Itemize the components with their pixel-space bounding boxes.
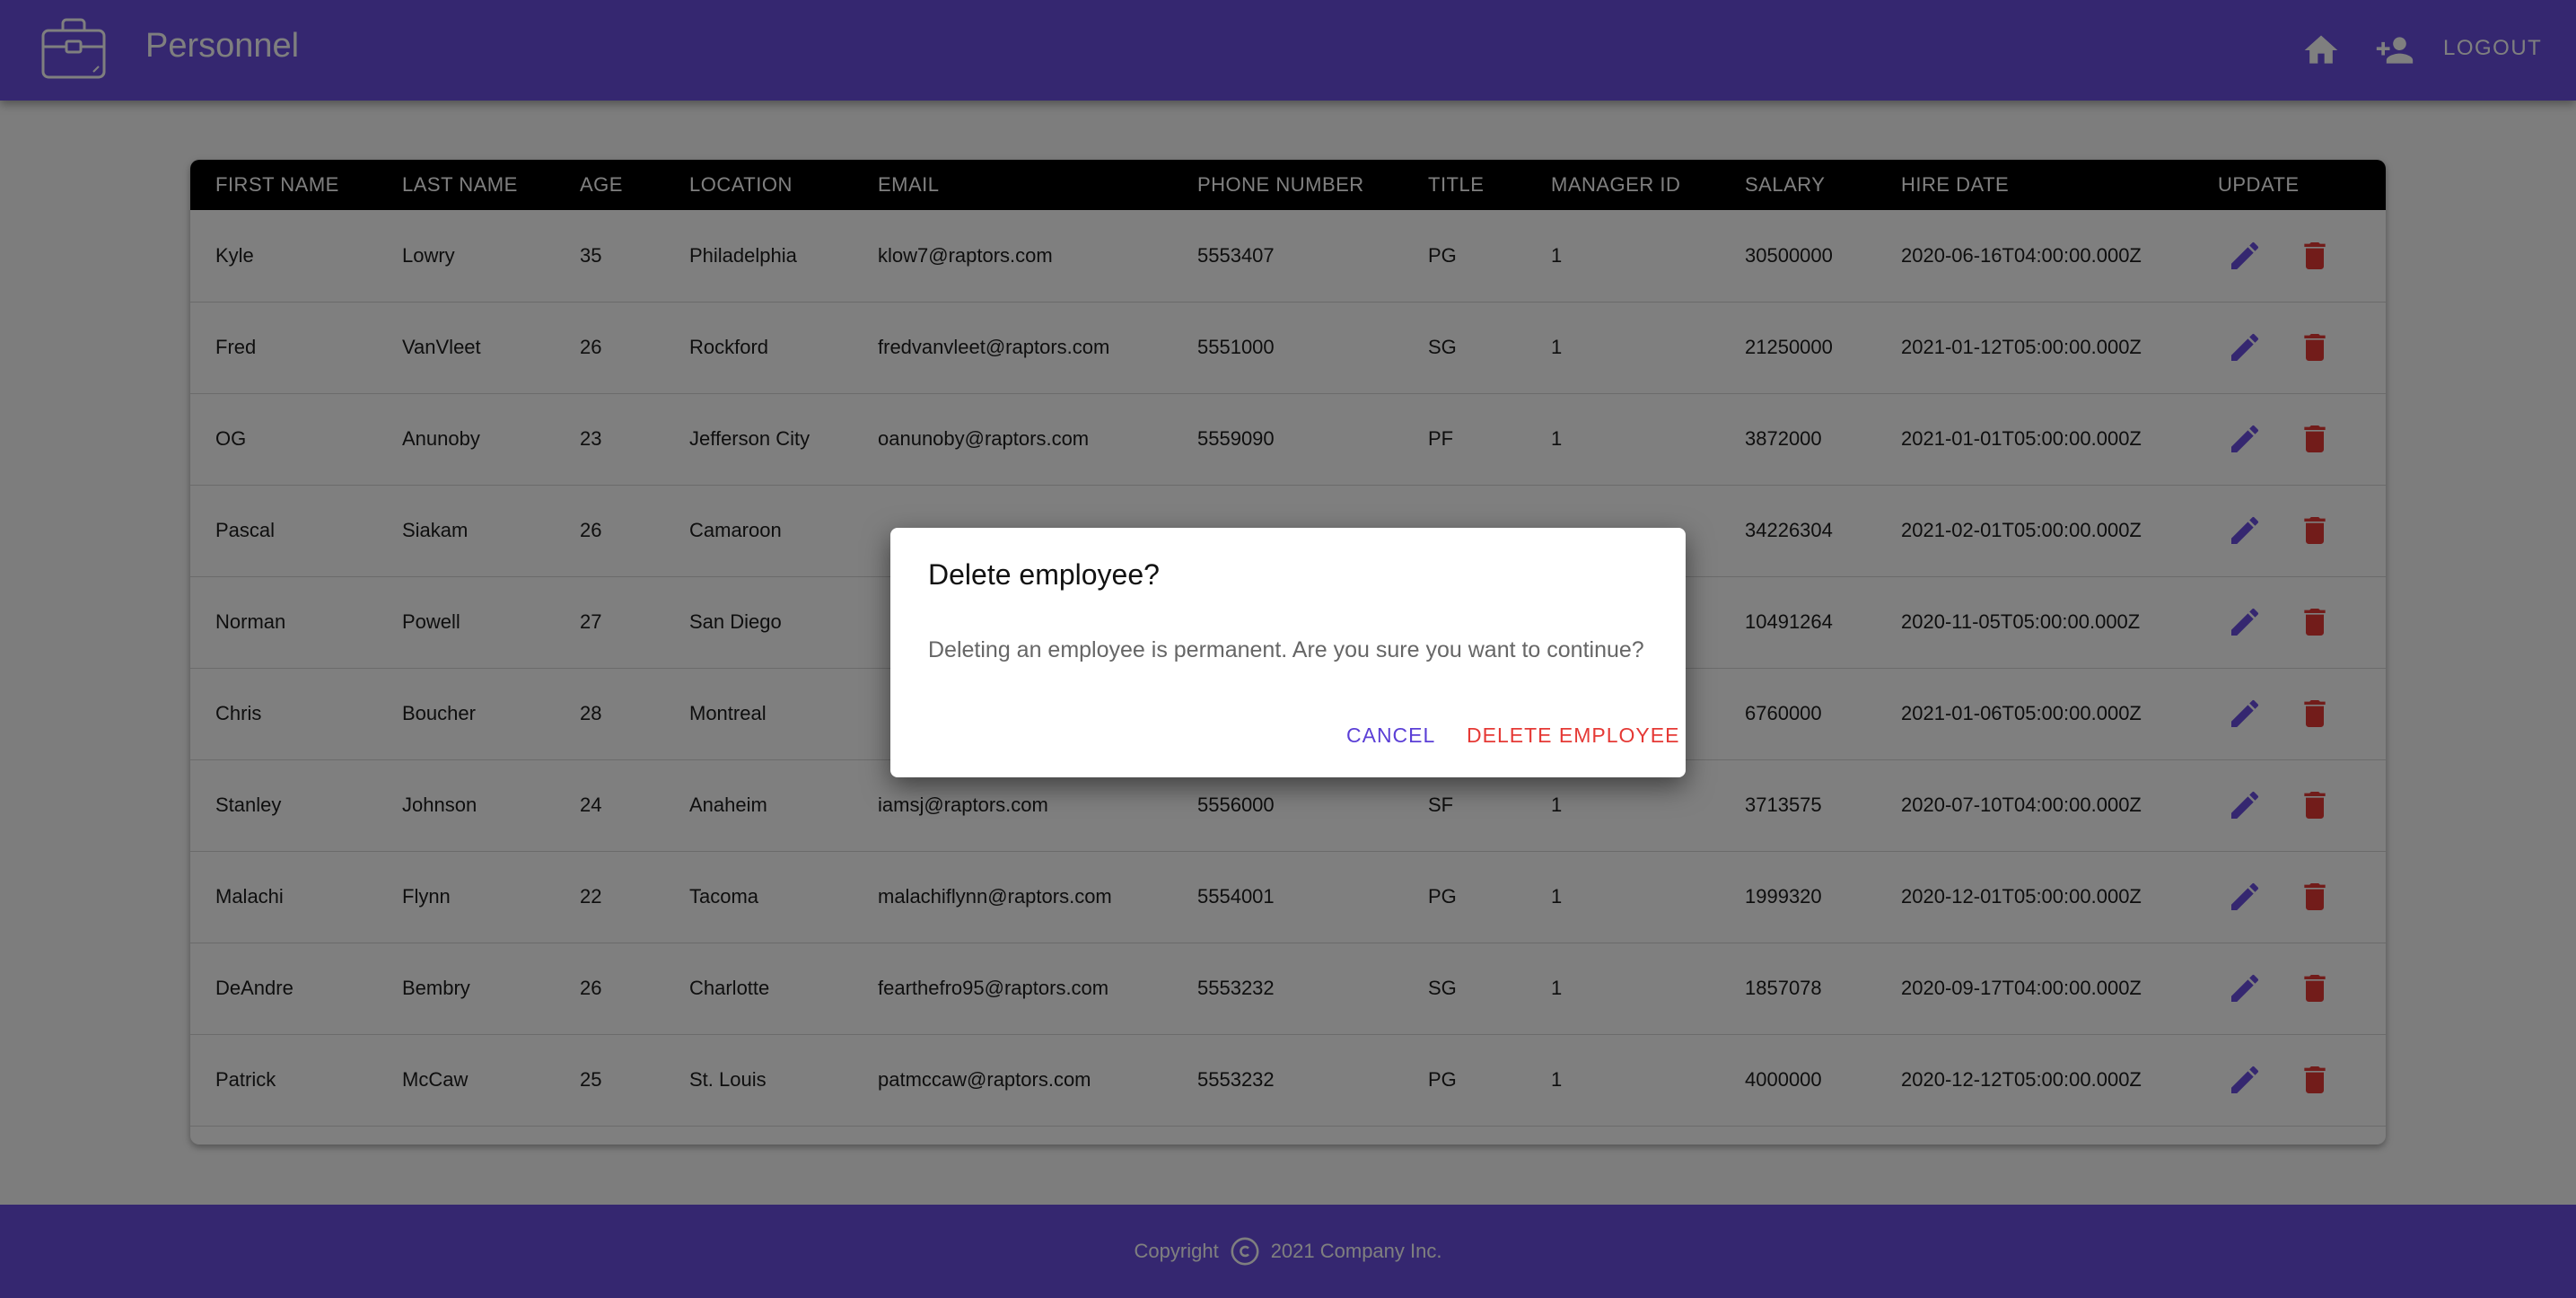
delete-dialog: Delete employee? Deleting an employee is… — [890, 528, 1686, 777]
delete-employee-button[interactable]: DELETE EMPLOYEE — [1467, 724, 1679, 748]
cancel-button[interactable]: CANCEL — [1346, 724, 1435, 748]
dialog-message: Deleting an employee is permanent. Are y… — [928, 637, 1644, 662]
dialog-title: Delete employee? — [928, 558, 1160, 591]
